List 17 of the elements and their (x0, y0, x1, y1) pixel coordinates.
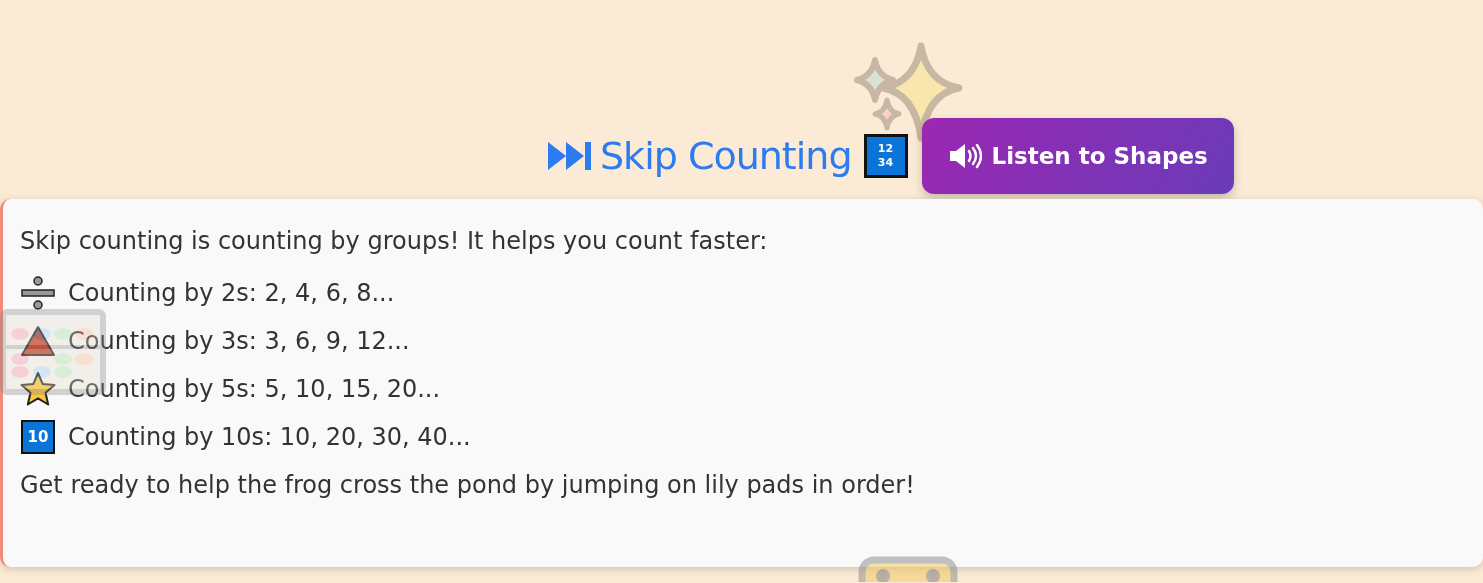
fast-forward-icon (548, 140, 594, 172)
page-title: Skip Counting (600, 134, 852, 178)
counting-item: Counting by 2s: 2, 4, 6, 8... (68, 279, 395, 307)
triangle-icon (20, 325, 56, 357)
keycap-badge: 10 (21, 420, 55, 454)
speaker-icon (947, 143, 982, 169)
listen-button[interactable]: Listen to Shapes (921, 118, 1234, 194)
sparkles-icon (853, 42, 963, 142)
instruction-text: Get ready to help the frog cross the pond by jumping on lily pads in order! (20, 471, 916, 499)
counting-item: Counting by 10s: 10, 20, 30, 40... (68, 423, 471, 451)
decoration-icon (858, 556, 958, 582)
counting-item: Counting by 3s: 3, 6, 9, 12... (68, 327, 410, 355)
star-icon (20, 371, 56, 407)
divide-icon (20, 275, 56, 311)
counting-item: Counting by 5s: 5, 10, 15, 20... (68, 375, 441, 403)
intro-text: Skip counting is counting by groups! It helps you count faster: (20, 227, 769, 255)
numbers-badge: 12 34 (863, 134, 908, 178)
